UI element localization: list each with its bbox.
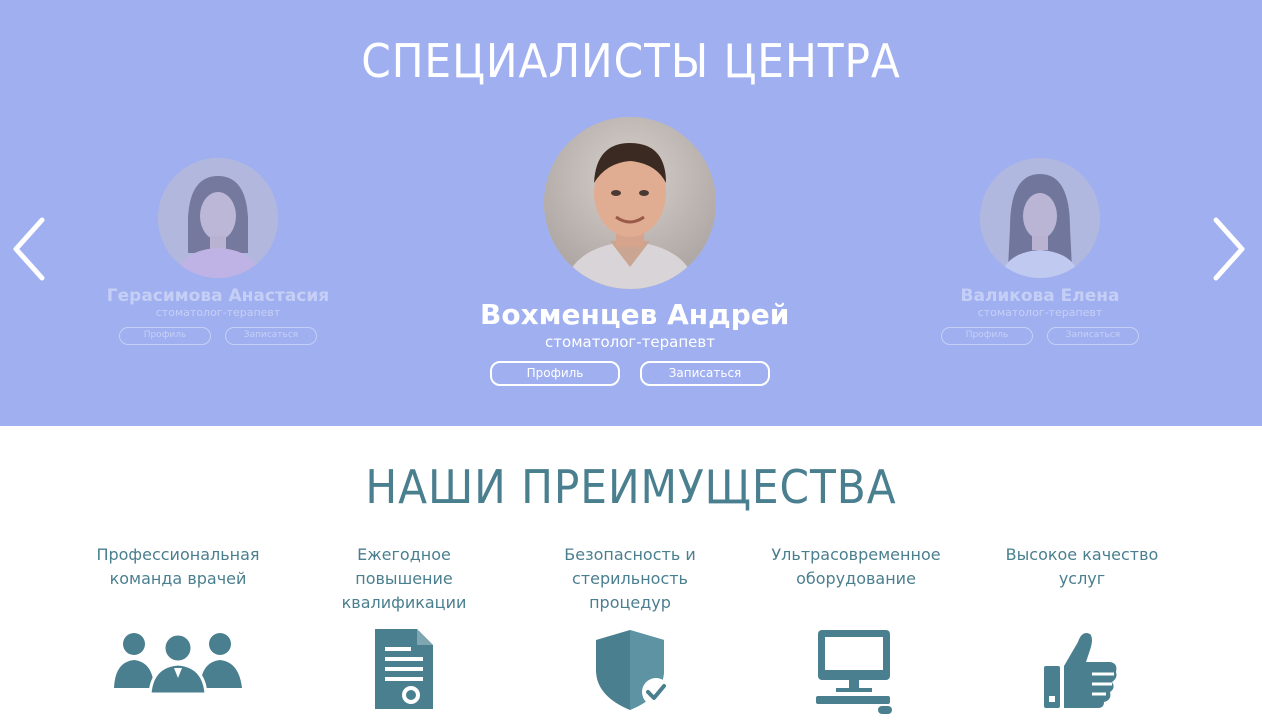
doctor-name: Вохменцев Андрей [480, 298, 790, 331]
profile-button[interactable]: Профиль [119, 327, 211, 345]
specialists-title: СПЕЦИАЛИСТЫ ЦЕНТРА [361, 34, 901, 88]
book-button[interactable]: Записаться [1047, 327, 1139, 345]
doctor-card-gerasimova: Герасимова Анастасия стоматолог-терапевт… [88, 158, 348, 345]
advantage-label: Ежегодное повышение квалификации [341, 545, 467, 612]
team-icon [112, 630, 244, 694]
advantage-label: Профессиональная команда врачей [96, 545, 260, 588]
advantage-item-equipment: Ультрасовременное оборудование [761, 543, 951, 623]
certificate-icon [375, 629, 433, 721]
advantage-item-team: Профессиональная команда врачей [83, 543, 273, 623]
advantages-title: НАШИ ПРЕИМУЩЕСТВА [365, 460, 897, 514]
profile-button[interactable]: Профиль [941, 327, 1033, 345]
advantages-section: НАШИ ПРЕИМУЩЕСТВА Профессиональная коман… [0, 426, 1262, 725]
doctor-name: Валикова Елена [960, 286, 1120, 306]
doctor-photo [158, 158, 278, 278]
advantage-label: Безопасность и стерильность процедур [564, 545, 696, 612]
doctor-photo [544, 117, 716, 289]
chevron-right-icon [1213, 217, 1245, 281]
chevron-left-icon [13, 217, 45, 281]
carousel-next-button[interactable] [1208, 214, 1248, 284]
thumbs-up-icon [1044, 630, 1120, 710]
advantage-item-training: Ежегодное повышение квалификации [309, 543, 499, 623]
profile-button[interactable]: Профиль [490, 361, 620, 386]
advantage-item-quality: Высокое качество услуг [987, 543, 1177, 623]
doctor-role: стоматолог-терапевт [977, 306, 1103, 319]
advantage-item-safety: Безопасность и стерильность процедур [535, 543, 725, 623]
advantage-label: Ультрасовременное оборудование [771, 545, 941, 588]
shield-check-icon [596, 630, 672, 710]
doctor-card-vokhmentsev: Вохменцев Андрей стоматолог-терапевт Про… [480, 117, 790, 386]
doctor-name: Герасимова Анастасия [106, 286, 330, 306]
book-button[interactable]: Записаться [225, 327, 317, 345]
carousel-prev-button[interactable] [10, 214, 50, 284]
doctor-role: стоматолог-терапевт [545, 333, 715, 351]
computer-icon [816, 630, 894, 714]
specialists-section: СПЕЦИАЛИСТЫ ЦЕНТРА Герасимова Анастасия … [0, 0, 1262, 426]
advantage-label: Высокое качество услуг [1005, 545, 1159, 588]
book-button[interactable]: Записаться [640, 361, 770, 386]
doctor-role: стоматолог-терапевт [155, 306, 281, 319]
doctor-photo [980, 158, 1100, 278]
doctor-card-valikova: Валикова Елена стоматолог-терапевт Профи… [910, 158, 1170, 345]
